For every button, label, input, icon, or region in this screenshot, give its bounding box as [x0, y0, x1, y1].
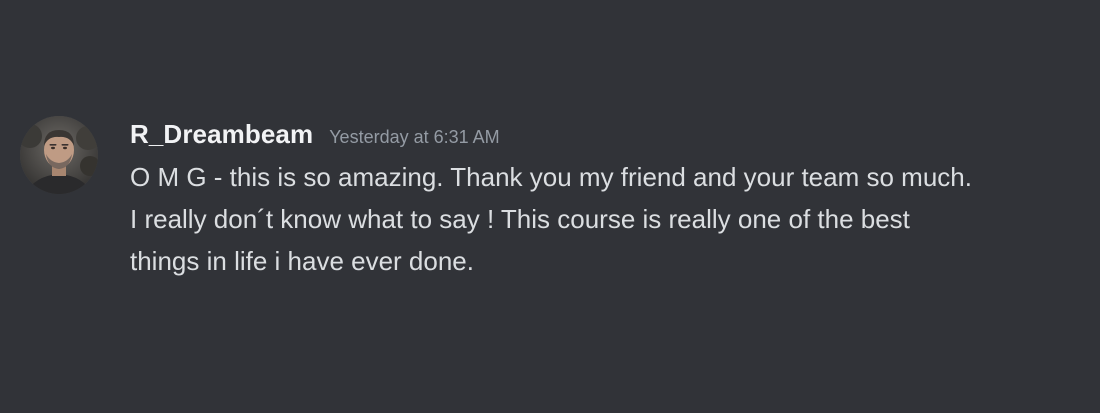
message-content: O M G - this is so amazing. Thank you my… [130, 156, 1090, 282]
message-line: I really don´t know what to say ! This c… [130, 204, 910, 234]
message-line: things in life i have ever done. [130, 246, 474, 276]
user-avatar-icon [20, 116, 98, 194]
message-header: R_Dreambeam Yesterday at 6:31 AM [130, 116, 500, 156]
timestamp[interactable]: Yesterday at 6:31 AM [329, 119, 499, 155]
avatar[interactable] [20, 116, 98, 194]
chat-message: R_Dreambeam Yesterday at 6:31 AM O M G -… [0, 0, 1100, 413]
message-line: O M G - this is so amazing. Thank you my… [130, 162, 972, 192]
username[interactable]: R_Dreambeam [130, 116, 313, 152]
